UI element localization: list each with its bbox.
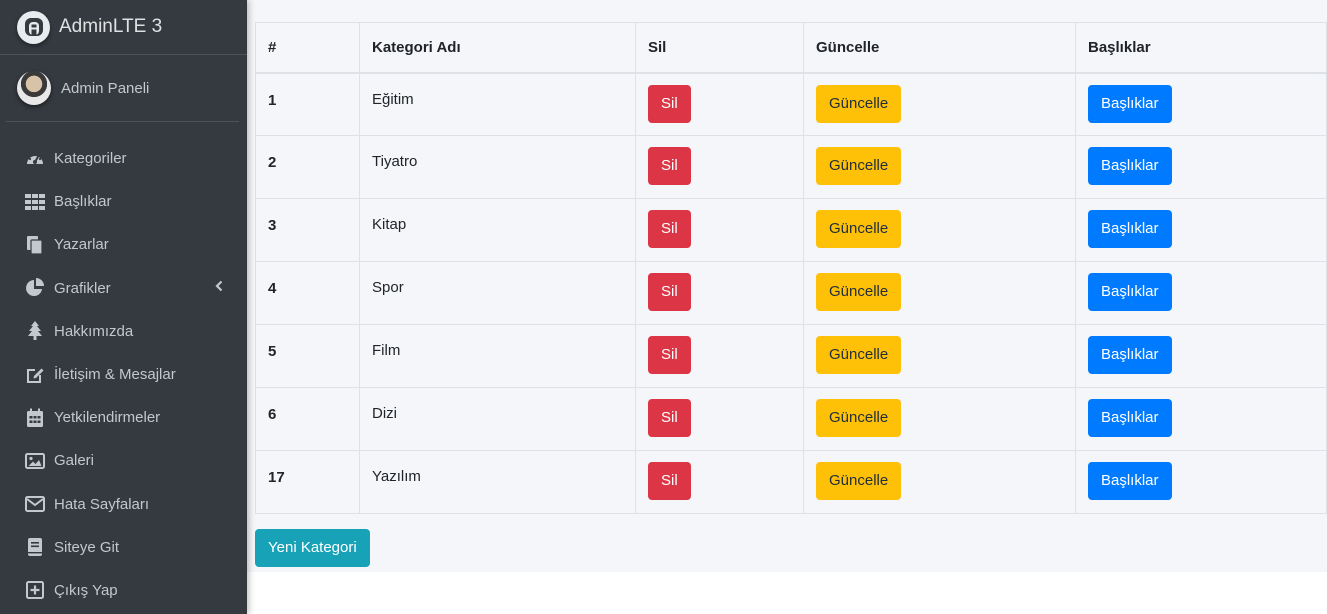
row-category-name: Spor <box>359 261 636 325</box>
delete-button[interactable]: Sil <box>648 273 691 311</box>
sidebar-item-siteye-git[interactable]: Siteye Git <box>0 526 247 569</box>
sidebar-item-label: Galeri <box>54 452 95 470</box>
update-button[interactable]: Güncelle <box>816 399 902 437</box>
brand-link[interactable]: AdminLTE 3 <box>0 0 247 55</box>
row-id: 17 <box>255 450 360 514</box>
titles-button[interactable]: Başlıklar <box>1088 210 1172 248</box>
copy-icon <box>24 234 46 256</box>
delete-button[interactable]: Sil <box>648 336 691 374</box>
row-category-name: Eğitim <box>359 72 636 136</box>
titles-button[interactable]: Başlıklar <box>1088 336 1172 374</box>
sidebar-item-label: Yazarlar <box>54 236 109 254</box>
delete-button[interactable]: Sil <box>648 462 691 500</box>
update-button[interactable]: Güncelle <box>816 84 902 123</box>
column-header-titles: Başlıklar <box>1075 22 1327 74</box>
table-row: 4 Spor Sil Güncelle Başlıklar <box>255 261 1327 325</box>
sidebar-item-label: Başlıklar <box>54 193 112 211</box>
edit-icon <box>24 364 46 386</box>
update-button[interactable]: Güncelle <box>816 147 902 185</box>
sidebar-item-label: Çıkış Yap <box>54 581 118 599</box>
user-panel[interactable]: Admin Paneli <box>6 55 239 122</box>
image-icon <box>24 450 46 472</box>
row-category-name: Film <box>359 324 636 388</box>
update-button[interactable]: Güncelle <box>816 462 902 500</box>
table-row: 1 Eğitim Sil Güncelle Başlıklar <box>255 72 1327 136</box>
sidebar-item-label: Grafikler <box>54 279 111 297</box>
sidebar: AdminLTE 3 Admin Paneli Kategoriler Başl… <box>0 0 247 614</box>
avatar <box>17 71 51 105</box>
table-row: 5 Film Sil Güncelle Başlıklar <box>255 324 1327 388</box>
titles-button[interactable]: Başlıklar <box>1088 273 1172 311</box>
titles-button[interactable]: Başlıklar <box>1088 84 1172 123</box>
table-row: 3 Kitap Sil Güncelle Başlıklar <box>255 198 1327 262</box>
update-button[interactable]: Güncelle <box>816 210 902 248</box>
book-icon <box>24 536 46 558</box>
new-category-button[interactable]: Yeni Kategori <box>255 529 370 567</box>
sidebar-item-grafikler[interactable]: Grafikler <box>0 267 247 310</box>
table-row: 2 Tiyatro Sil Güncelle Başlıklar <box>255 135 1327 199</box>
row-category-name: Yazılım <box>359 450 636 514</box>
grid-icon <box>24 191 46 213</box>
envelope-icon <box>24 493 46 515</box>
sidebar-item-yetkilendirmeler[interactable]: Yetkilendirmeler <box>0 396 247 439</box>
sidebar-item-label: Hata Sayfaları <box>54 495 150 513</box>
column-header-name: Kategori Adı <box>359 22 636 74</box>
plus-square-icon <box>24 579 46 601</box>
row-id: 6 <box>255 387 360 451</box>
row-id: 4 <box>255 261 360 325</box>
sidebar-item-iletisim[interactable]: İletişim & Mesajlar <box>0 353 247 396</box>
brand-title: AdminLTE 3 <box>59 16 163 37</box>
sidebar-item-hata-sayfalari[interactable]: Hata Sayfaları <box>0 483 247 526</box>
delete-button[interactable]: Sil <box>648 84 691 123</box>
delete-button[interactable]: Sil <box>648 399 691 437</box>
sidebar-item-yazarlar[interactable]: Yazarlar <box>0 223 247 266</box>
sidebar-item-cikis-yap[interactable]: Çıkış Yap <box>0 569 247 612</box>
titles-button[interactable]: Başlıklar <box>1088 147 1172 185</box>
titles-button[interactable]: Başlıklar <box>1088 462 1172 500</box>
tree-icon <box>24 320 46 342</box>
column-header-update: Güncelle <box>803 22 1076 74</box>
row-id: 5 <box>255 324 360 388</box>
table-header-row: # Kategori Adı Sil Güncelle Başlıklar <box>255 22 1327 74</box>
table-container: # Kategori Adı Sil Güncelle Başlıklar 1 … <box>255 22 1327 514</box>
sidebar-item-label: İletişim & Mesajlar <box>54 366 176 384</box>
sidebar-item-hakkimizda[interactable]: Hakkımızda <box>0 310 247 353</box>
sidebar-nav: Kategoriler Başlıklar Yazarlar Grafikler <box>0 137 247 612</box>
row-category-name: Dizi <box>359 387 636 451</box>
table-row: 17 Yazılım Sil Güncelle Başlıklar <box>255 450 1327 514</box>
categories-table: # Kategori Adı Sil Güncelle Başlıklar 1 … <box>255 22 1327 514</box>
sidebar-item-galeri[interactable]: Galeri <box>0 439 247 482</box>
adminlte-logo-icon <box>17 10 50 44</box>
pie-chart-icon <box>24 277 46 299</box>
sidebar-item-label: Siteye Git <box>54 538 120 556</box>
tachometer-icon <box>24 148 46 170</box>
column-header-id: # <box>255 22 360 74</box>
row-id: 2 <box>255 135 360 199</box>
update-button[interactable]: Güncelle <box>816 273 902 311</box>
update-button[interactable]: Güncelle <box>816 336 902 374</box>
row-id: 3 <box>255 198 360 262</box>
sidebar-item-label: Yetkilendirmeler <box>54 409 161 427</box>
row-id: 1 <box>255 72 360 136</box>
sidebar-item-label: Hakkımızda <box>54 322 134 340</box>
row-category-name: Tiyatro <box>359 135 636 199</box>
sidebar-item-label: Kategoriler <box>54 150 127 168</box>
calendar-icon <box>24 407 46 429</box>
row-category-name: Kitap <box>359 198 636 262</box>
column-header-delete: Sil <box>635 22 804 74</box>
user-name: Admin Paneli <box>61 79 150 97</box>
content-wrapper: # Kategori Adı Sil Güncelle Başlıklar 1 … <box>247 0 1327 572</box>
sidebar-item-kategoriler[interactable]: Kategoriler <box>0 137 247 180</box>
sidebar-item-basliklar[interactable]: Başlıklar <box>0 180 247 223</box>
delete-button[interactable]: Sil <box>648 210 691 248</box>
delete-button[interactable]: Sil <box>648 147 691 185</box>
titles-button[interactable]: Başlıklar <box>1088 399 1172 437</box>
chevron-left-icon[interactable] <box>215 279 223 297</box>
table-body: 1 Eğitim Sil Güncelle Başlıklar 2 Tiyatr… <box>255 72 1327 514</box>
table-row: 6 Dizi Sil Güncelle Başlıklar <box>255 387 1327 451</box>
